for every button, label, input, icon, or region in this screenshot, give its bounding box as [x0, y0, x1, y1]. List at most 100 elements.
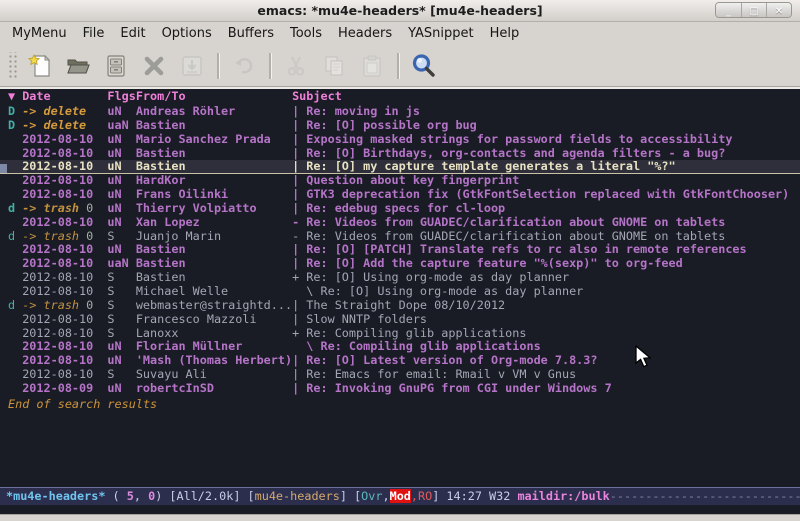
menu-help[interactable]: Help: [482, 23, 528, 44]
message-row[interactable]: 2012-08-10uNMario Sanchez Prada| Exposin…: [0, 133, 800, 147]
toolbar-separator: [397, 53, 399, 79]
message-row[interactable]: d-> trash 0Swebmaster@straightd...| The …: [0, 299, 800, 313]
message-list: D-> deleteuNAndreas Röhler| Re: moving i…: [0, 105, 800, 396]
modeline-buffer-name: *mu4e-headers*: [6, 489, 105, 503]
maximize-button[interactable]: □: [741, 3, 766, 18]
date-or-mark: -> trash 0: [22, 299, 107, 313]
message-row[interactable]: 2012-08-10uNXan Lopez- Re: Videos from G…: [0, 216, 800, 230]
message-row[interactable]: d-> trash 0SJuanjo Marin- Re: Videos fro…: [0, 230, 800, 244]
mark-char: [8, 354, 22, 368]
mark-char: [8, 327, 22, 341]
column-subject[interactable]: Subject: [292, 89, 800, 105]
message-subject: | Re: [O] my capture template generates …: [292, 160, 800, 174]
date-or-mark: -> trash 0: [22, 230, 107, 244]
menu-bar: MyMenuFileEditOptionsBuffersToolsHeaders…: [0, 22, 800, 45]
message-subject: | Re: [O] Birthdays, org-contacts and ag…: [292, 147, 800, 161]
tool-bar: [0, 45, 800, 87]
message-flags: uN: [107, 202, 135, 216]
column-flags[interactable]: Flgs: [107, 89, 135, 105]
mark-char: [8, 160, 22, 174]
minimize-button[interactable]: _: [716, 3, 741, 18]
menu-edit[interactable]: Edit: [112, 23, 153, 44]
message-row[interactable]: 2012-08-10uNBastien| Re: [O] my capture …: [0, 160, 800, 174]
message-row[interactable]: D-> deleteuaNBastien| Re: [O] possible o…: [0, 119, 800, 133]
close-button[interactable]: ✕: [766, 3, 791, 18]
message-row[interactable]: 2012-08-10uNFlorian Müllner \ Re: Compil…: [0, 340, 800, 354]
menu-tools[interactable]: Tools: [282, 23, 330, 44]
file-cabinet-button[interactable]: [102, 51, 130, 81]
cut-button: [282, 51, 310, 81]
menu-options[interactable]: Options: [154, 23, 220, 44]
message-row[interactable]: 2012-08-10uNHardKor| Question about key …: [0, 174, 800, 188]
message-row[interactable]: D-> deleteuNAndreas Röhler| Re: moving i…: [0, 105, 800, 119]
new-file-icon: [27, 53, 53, 79]
toolbar-separator: [217, 53, 219, 79]
scrollbar-thumb[interactable]: [0, 164, 7, 173]
mark-char: [8, 216, 22, 230]
mark-char: [8, 382, 22, 396]
message-row[interactable]: 2012-08-10uNFrans Oilinki| GTK3 deprecat…: [0, 188, 800, 202]
column-date[interactable]: Date: [22, 89, 107, 105]
message-subject: | GTK3 deprecation fix (GtkFontSelection…: [292, 188, 800, 202]
end-of-search-results: End of search results: [0, 397, 800, 411]
mark-char: D: [8, 105, 22, 119]
new-file-button[interactable]: [26, 51, 54, 81]
menu-file[interactable]: File: [75, 23, 113, 44]
date-or-mark: 2012-08-10: [22, 147, 107, 161]
message-from: Francesco Mazzoli: [136, 313, 292, 327]
message-from: Bastien: [136, 160, 292, 174]
message-row[interactable]: 2012-08-10SMichael Welle \ Re: [O] Using…: [0, 285, 800, 299]
message-row[interactable]: 2012-08-10uaNBastien| Re: [O] Add the ca…: [0, 257, 800, 271]
message-row[interactable]: 2012-08-10uN'Mash (Thomas Herbert)| Re: …: [0, 354, 800, 368]
message-row[interactable]: 2012-08-10uNBastien| Re: [O] [PATCH] Tra…: [0, 243, 800, 257]
modeline-plain: ) [All/2.0k] [: [155, 489, 254, 503]
message-from: Mario Sanchez Prada: [136, 133, 292, 147]
menu-buffers[interactable]: Buffers: [220, 23, 282, 44]
message-row[interactable]: 2012-08-10uNBastien| Re: [O] Birthdays, …: [0, 147, 800, 161]
open-folder-button[interactable]: [64, 51, 92, 81]
message-flags: S: [107, 271, 135, 285]
message-flags: S: [107, 368, 135, 382]
search-button[interactable]: [410, 51, 438, 81]
toolbar-grip-icon[interactable]: [7, 52, 17, 80]
search-icon: [410, 52, 438, 80]
message-row[interactable]: 2012-08-10SLanoxx+ Re: Compiling glib ap…: [0, 327, 800, 341]
file-cabinet-icon: [103, 53, 129, 79]
message-from: Bastien: [136, 271, 292, 285]
mu4e-headers-buffer: ▼DateFlgsFrom/ToSubject D-> deleteuNAndr…: [0, 87, 800, 514]
date-or-mark: -> trash 0: [22, 202, 107, 216]
echo-area[interactable]: [0, 505, 800, 514]
message-subject: | Question about key fingerprint: [292, 174, 800, 188]
menu-headers[interactable]: Headers: [330, 23, 400, 44]
menu-yasnippet[interactable]: YASnippet: [400, 23, 482, 44]
toolbar-separator: [269, 53, 271, 79]
message-row[interactable]: d-> trash 0uNThierry Volpiatto| Re: edeb…: [0, 202, 800, 216]
date-or-mark: 2012-08-10: [22, 243, 107, 257]
message-from: Lanoxx: [136, 327, 292, 341]
message-from: webmaster@straightd...: [136, 299, 292, 313]
message-flags: uN: [107, 147, 135, 161]
date-or-mark: 2012-08-10: [22, 188, 107, 202]
date-or-mark: 2012-08-10: [22, 327, 107, 341]
sort-direction-icon[interactable]: ▼: [8, 89, 22, 105]
message-subject: | The Straight Dope 08/10/2012: [292, 299, 800, 313]
message-row[interactable]: 2012-08-10SSuvayu Ali| Re: Emacs for ema…: [0, 368, 800, 382]
message-row[interactable]: 2012-08-09uNrobertcInSD| Re: Invoking Gn…: [0, 382, 800, 396]
message-flags: uN: [107, 133, 135, 147]
mark-char: [8, 243, 22, 257]
emacs-window: emacs: *mu4e-headers* [mu4e-headers] _ □…: [0, 0, 800, 521]
message-subject: | Re: [O] possible org bug: [292, 119, 800, 133]
close-buffer-button[interactable]: [140, 51, 168, 81]
menu-mymenu[interactable]: MyMenu: [4, 23, 75, 44]
column-from[interactable]: From/To: [136, 89, 292, 105]
message-subject: + Re: Compiling glib applications: [292, 327, 800, 341]
message-row[interactable]: 2012-08-10SBastien+ Re: [O] Using org-mo…: [0, 271, 800, 285]
save-icon: [179, 53, 205, 79]
modeline-plain: (: [105, 489, 126, 503]
modeline-plain: ] 14:27 W32: [432, 489, 517, 503]
mode-line[interactable]: *mu4e-headers* ( 5, 0) [All/2.0k] [mu4e-…: [0, 487, 800, 505]
message-subject: | Exposing masked strings for password f…: [292, 133, 800, 147]
message-row[interactable]: 2012-08-10SFrancesco Mazzoli| Slow NNTP …: [0, 313, 800, 327]
mark-char: D: [8, 119, 22, 133]
message-flags: uN: [107, 105, 135, 119]
